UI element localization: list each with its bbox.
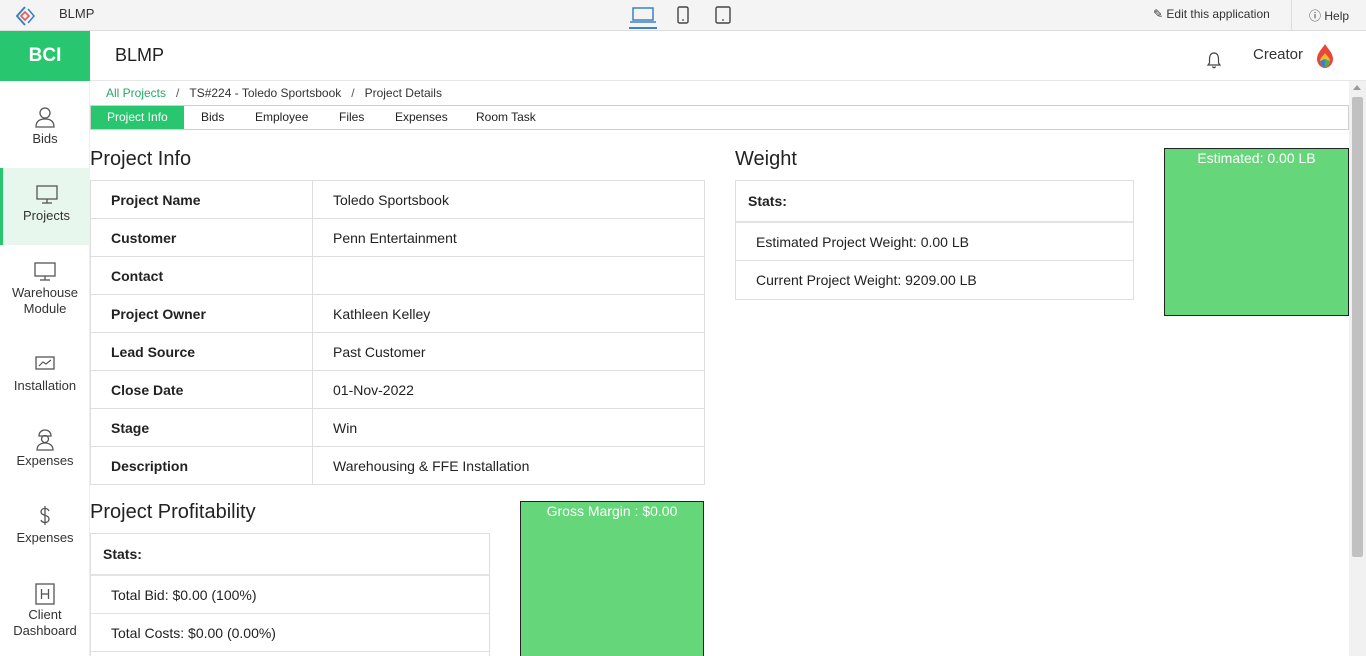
field-value: 01-Nov-2022 [312, 370, 705, 409]
user-role-label[interactable]: Creator [1253, 46, 1303, 63]
field-label: Contact [90, 256, 313, 295]
project-info-title: Project Info [90, 148, 192, 170]
sidebar-item-label: Expenses [16, 530, 74, 545]
estimated-weight: Estimated Project Weight: 0.00 LB [736, 223, 1133, 261]
estimated-weight-box: Estimated: 0.00 LB [1164, 148, 1349, 316]
h-box-icon [35, 583, 55, 605]
mobile-view-button[interactable] [674, 5, 692, 29]
sidebar-item-expenses-dollar[interactable]: Expenses [0, 488, 90, 565]
breadcrumb-separator: / [176, 86, 180, 100]
weight-title: Weight [735, 148, 797, 170]
field-label: Stage [90, 408, 313, 447]
page-scrollbar[interactable] [1349, 81, 1366, 656]
sidebar-item-label: Expenses [16, 453, 74, 468]
field-label: Close Date [90, 370, 313, 409]
tab-project-info[interactable]: Project Info [91, 106, 184, 129]
gross-margin-box: Gross Margin : $0.00 [520, 501, 704, 656]
tablet-view-button[interactable] [713, 5, 733, 29]
app-name: BLMP [115, 45, 165, 65]
dollar-icon [40, 506, 50, 525]
divider [1291, 0, 1292, 31]
laptop-view-button[interactable] [629, 5, 657, 29]
user-icon [35, 107, 55, 128]
project-tabs: Project Info Bids Employee Files Expense… [90, 105, 1349, 130]
scroll-thumb[interactable] [1352, 97, 1363, 557]
field-value: Toledo Sportsbook [312, 180, 705, 219]
field-value: Win [312, 408, 705, 447]
table-row: Project Owner Kathleen Kelley [90, 294, 705, 333]
pencil-icon: ✎ [1153, 7, 1164, 21]
top-bar: BLMP ✎ Edit this application ⓘ Help [0, 0, 1366, 31]
breadcrumb-project-link[interactable]: TS#224 - Toledo Sportsbook [189, 86, 341, 100]
breadcrumb: All Projects / TS#224 - Toledo Sportsbook /… [106, 86, 442, 100]
total-costs: Total Costs: $0.00 (0.00%) [91, 614, 489, 652]
sidebar-item-client-dashboard[interactable]: Client Dashboard [0, 565, 90, 642]
tablet-icon [715, 6, 731, 24]
help-label: Help [1324, 9, 1350, 23]
bell-icon[interactable] [1206, 51, 1222, 69]
sidebar-item-bids[interactable]: Bids [0, 91, 90, 168]
field-label: Description [90, 446, 313, 485]
edit-application-button[interactable]: ✎ Edit this application [1153, 7, 1270, 21]
table-row: Lead Source Past Customer [90, 332, 705, 371]
tab-employee[interactable]: Employee [239, 106, 324, 129]
table-row: Stage Win [90, 408, 705, 447]
field-value: Penn Entertainment [312, 218, 705, 257]
sidebar-item-label: Warehouse Module [12, 285, 78, 316]
tab-expenses[interactable]: Expenses [379, 106, 464, 129]
zoho-creator-logo-icon [1317, 44, 1333, 68]
app-title: BLMP [59, 6, 95, 21]
app-logo-icon[interactable] [14, 5, 36, 27]
field-label: Project Name [90, 180, 313, 219]
sidebar: Bids Projects Warehouse Module Installat… [0, 81, 90, 656]
scroll-up-arrow-icon[interactable] [1353, 85, 1361, 90]
stats-header: Stats: [91, 534, 489, 576]
field-label: Customer [90, 218, 313, 257]
mobile-icon [677, 6, 689, 24]
brand-logo[interactable]: BCI [0, 31, 90, 81]
help-button[interactable]: ⓘ Help [1309, 7, 1349, 24]
weight-stats-panel: Stats: Estimated Project Weight: 0.00 LB… [735, 180, 1134, 300]
chart-monitor-icon [35, 356, 55, 370]
sidebar-item-projects[interactable]: Projects [0, 168, 90, 245]
sidebar-item-label: Projects [23, 208, 70, 223]
field-value: Warehousing & FFE Installation [312, 446, 705, 485]
breadcrumb-current: Project Details [364, 86, 442, 100]
field-label: Project Owner [90, 294, 313, 333]
field-label: Lead Source [90, 332, 313, 371]
sidebar-item-expenses[interactable]: Expenses [0, 411, 90, 488]
table-row: Contact [90, 256, 705, 295]
tab-files[interactable]: Files [323, 106, 380, 129]
profitability-stats-panel: Stats: Total Bid: $0.00 (100%) Total Cos… [90, 533, 490, 656]
project-info-table: Project Name Toledo Sportsbook Customer Pe… [90, 180, 705, 485]
table-row: Project Name Toledo Sportsbook [90, 180, 705, 219]
help-circle-icon: ⓘ [1309, 9, 1322, 23]
tab-room-task[interactable]: Room Task [460, 106, 552, 129]
sidebar-item-warehouse-module[interactable]: Warehouse Module [0, 245, 90, 322]
table-row: Close Date 01-Nov-2022 [90, 370, 705, 409]
sidebar-item-label: Installation [13, 378, 77, 393]
total-bid: Total Bid: $0.00 (100%) [91, 576, 489, 614]
stats-header: Stats: [736, 181, 1133, 223]
table-row: Customer Penn Entertainment [90, 218, 705, 257]
monitor-icon [34, 262, 56, 281]
sidebar-item-label: Bids [32, 131, 58, 146]
field-value: Past Customer [312, 332, 705, 371]
tab-bids[interactable]: Bids [185, 106, 240, 129]
project-profitability-title: Project Profitability [90, 501, 256, 523]
monitor-icon [35, 185, 58, 204]
edit-application-label: Edit this application [1166, 7, 1270, 21]
laptop-icon [630, 7, 656, 23]
field-value [312, 256, 705, 295]
table-row: Description Warehousing & FFE Installatio… [90, 446, 705, 485]
field-value: Kathleen Kelley [312, 294, 705, 333]
sidebar-item-installation[interactable]: Installation [0, 322, 90, 399]
worker-icon [36, 429, 54, 451]
breadcrumb-separator: / [351, 86, 355, 100]
current-weight: Current Project Weight: 9209.00 LB [756, 272, 977, 288]
app-header: BLMP Creator [90, 31, 1366, 81]
breadcrumb-all-projects-link[interactable]: All Projects [106, 86, 166, 100]
sidebar-item-label: Client Dashboard [13, 607, 77, 638]
